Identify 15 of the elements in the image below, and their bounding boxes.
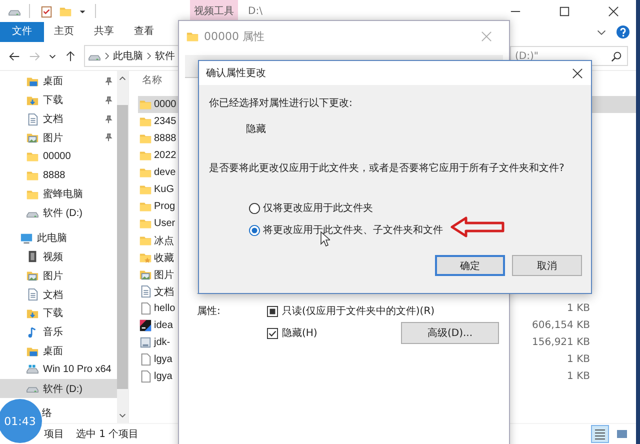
window-title: 00000 属性 xyxy=(204,28,264,44)
change-text: 隐藏 xyxy=(246,122,266,136)
status-text: 选中 1 个项目 xyxy=(76,428,139,441)
file-size: 156,921 KB xyxy=(532,337,590,348)
checkbox-label: 隐藏(H) xyxy=(282,326,318,340)
dialog-title: 确认属性更改 xyxy=(206,66,266,80)
file-size: 1 KB xyxy=(567,371,590,382)
dialog-text: 你已经选择对属性进行以下更改: xyxy=(209,96,352,110)
attributes-label: 属性: xyxy=(197,304,222,319)
question-text: 是否要将此更改仅应用于此文件夹，或者是否要将它应用于所有子文件夹和文件? xyxy=(209,162,564,175)
status-text: 项目 xyxy=(44,428,64,441)
file-size: 606,154 KB xyxy=(532,320,590,331)
file-size: 1 KB xyxy=(567,354,590,365)
window-title: D:\ xyxy=(248,6,262,16)
file-size: 1 KB xyxy=(567,303,590,314)
